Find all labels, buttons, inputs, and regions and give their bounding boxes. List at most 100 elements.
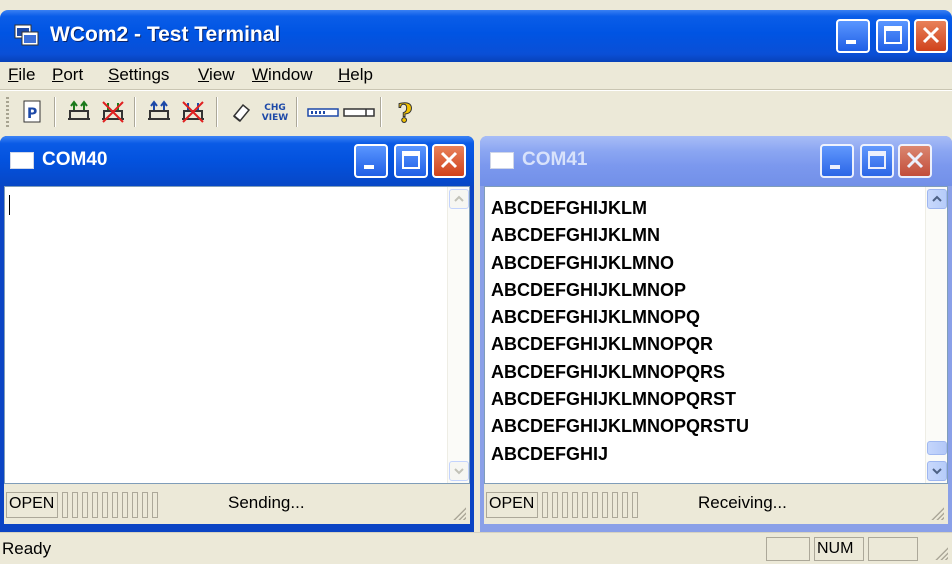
help-glyph: ? <box>397 99 412 127</box>
signal-led <box>572 492 578 518</box>
menu-label-rest: ettings <box>119 65 170 84</box>
chevron-up-icon <box>454 195 464 202</box>
close-button[interactable] <box>914 19 948 53</box>
com41-vertical-scrollbar[interactable] <box>925 187 947 483</box>
change-view-button[interactable]: CHG VIEW <box>260 97 290 127</box>
menu-label-rest: elp <box>350 65 373 84</box>
signal-led <box>142 492 148 518</box>
menu-bar: File Port Settings View Window Help <box>0 62 952 90</box>
menu-port[interactable]: Port <box>52 65 83 85</box>
maximize-icon <box>884 26 902 44</box>
application-window: WCom2 - Test Terminal File Port Settings Vi… <box>0 0 952 564</box>
received-line: ABCDEFGHIJKLMNOPQRSTU <box>491 416 750 437</box>
menu-window[interactable]: Window <box>252 65 312 85</box>
num-indicator: NUM <box>814 537 864 561</box>
port-connect-icon <box>68 100 90 120</box>
signal-led <box>542 492 548 518</box>
resize-grip[interactable] <box>934 546 948 560</box>
com40-minimize-button[interactable] <box>354 144 388 178</box>
properties-icon: P <box>23 100 41 123</box>
window-title: WCom2 - Test Terminal <box>50 23 281 46</box>
title-bar[interactable]: WCom2 - Test Terminal <box>0 10 952 62</box>
com40-activity-text: Sending... <box>228 493 305 512</box>
com41-terminal-output[interactable]: ABCDEFGHIJKLM ABCDEFGHIJKLMN ABCDEFGHIJK… <box>484 186 948 484</box>
minimize-icon <box>364 165 374 169</box>
properties-button[interactable]: P <box>18 97 48 127</box>
received-line: ABCDEFGHIJKLMNO <box>491 252 674 273</box>
received-line: ABCDEFGHIJKLMNOP <box>491 279 687 300</box>
signal-led <box>62 492 68 518</box>
com40-signal-indicators <box>62 492 158 518</box>
port-disconnect-icon <box>182 101 204 123</box>
status-bar: Ready NUM <box>0 532 952 564</box>
eraser-icon <box>232 103 251 123</box>
signal-led <box>112 492 118 518</box>
clear-button[interactable] <box>226 97 256 127</box>
com40-close-button[interactable] <box>432 144 466 178</box>
chevron-down-icon <box>454 468 464 475</box>
signal-led <box>82 492 88 518</box>
com41-title-bar[interactable]: COM41 <box>480 136 952 186</box>
signal-led <box>92 492 98 518</box>
menu-mnemonic: W <box>252 65 269 84</box>
minimize-button[interactable] <box>836 19 870 53</box>
menu-view[interactable]: View <box>198 65 235 85</box>
toolbar-grip[interactable] <box>6 97 9 127</box>
port-disconnect-icon <box>102 101 124 123</box>
close-port-a-button[interactable] <box>98 97 128 127</box>
text-caret <box>9 195 10 215</box>
terminal-window-icon[interactable] <box>490 152 514 169</box>
com41-received-lines: ABCDEFGHIJKLM ABCDEFGHIJKLMN ABCDEFGHIJK… <box>491 195 749 468</box>
caps-indicator <box>766 537 810 561</box>
com40-title: COM40 <box>42 149 108 170</box>
com40-vertical-scrollbar[interactable] <box>447 187 469 483</box>
scroll-indicator <box>868 537 918 561</box>
menu-mnemonic: P <box>52 65 64 84</box>
line-display-button[interactable] <box>342 97 376 127</box>
com41-close-button[interactable] <box>898 144 932 178</box>
received-line: ABCDEFGHIJ <box>491 443 609 464</box>
menu-settings[interactable]: Settings <box>108 65 169 85</box>
close-icon <box>906 151 924 169</box>
help-question-icon: ? <box>397 99 413 130</box>
scroll-down-button[interactable] <box>449 461 469 481</box>
com40-window[interactable]: COM40 OPEN Sending... <box>0 136 474 532</box>
help-button[interactable]: ? <box>390 97 420 130</box>
open-port-b-button[interactable] <box>144 97 174 127</box>
scroll-up-button[interactable] <box>449 189 469 209</box>
close-icon <box>922 26 940 44</box>
chevron-down-icon <box>932 468 942 475</box>
com40-maximize-button[interactable] <box>394 144 428 178</box>
scroll-up-button[interactable] <box>927 189 947 209</box>
signal-led <box>582 492 588 518</box>
scroll-down-button[interactable] <box>927 461 947 481</box>
resize-grip[interactable] <box>452 506 466 520</box>
menu-help[interactable]: Help <box>338 65 373 85</box>
com40-terminal-output[interactable] <box>4 186 470 484</box>
com41-signal-indicators <box>542 492 638 518</box>
terminal-app-icon[interactable] <box>14 23 40 49</box>
status-text: Ready <box>2 539 52 558</box>
line-display-icon <box>343 108 375 117</box>
com41-maximize-button[interactable] <box>860 144 894 178</box>
signal-led <box>552 492 558 518</box>
signal-led <box>152 492 158 518</box>
close-port-b-button[interactable] <box>178 97 208 127</box>
received-line: ABCDEFGHIJKLMN <box>491 225 660 246</box>
maximize-button[interactable] <box>876 19 910 53</box>
com41-window[interactable]: COM41 ABCDEFGHIJKLM ABCDEFGHIJKLMN ABCDE… <box>480 136 952 532</box>
chg-view-top-text: CHG <box>264 103 286 113</box>
hex-display-button[interactable] <box>306 97 340 127</box>
open-port-a-button[interactable] <box>64 97 94 127</box>
menu-mnemonic: F <box>8 65 19 84</box>
received-line: ABCDEFGHIJKLMNOPQRS <box>491 361 726 382</box>
com41-activity-text: Receiving... <box>698 493 787 512</box>
signal-led <box>622 492 628 518</box>
com40-title-bar[interactable]: COM40 <box>0 136 474 186</box>
scroll-thumb[interactable] <box>927 441 947 455</box>
com41-minimize-button[interactable] <box>820 144 854 178</box>
toolbar-separator <box>216 97 218 127</box>
menu-file[interactable]: File <box>8 65 35 85</box>
resize-grip[interactable] <box>930 506 944 520</box>
terminal-window-icon[interactable] <box>10 152 34 169</box>
